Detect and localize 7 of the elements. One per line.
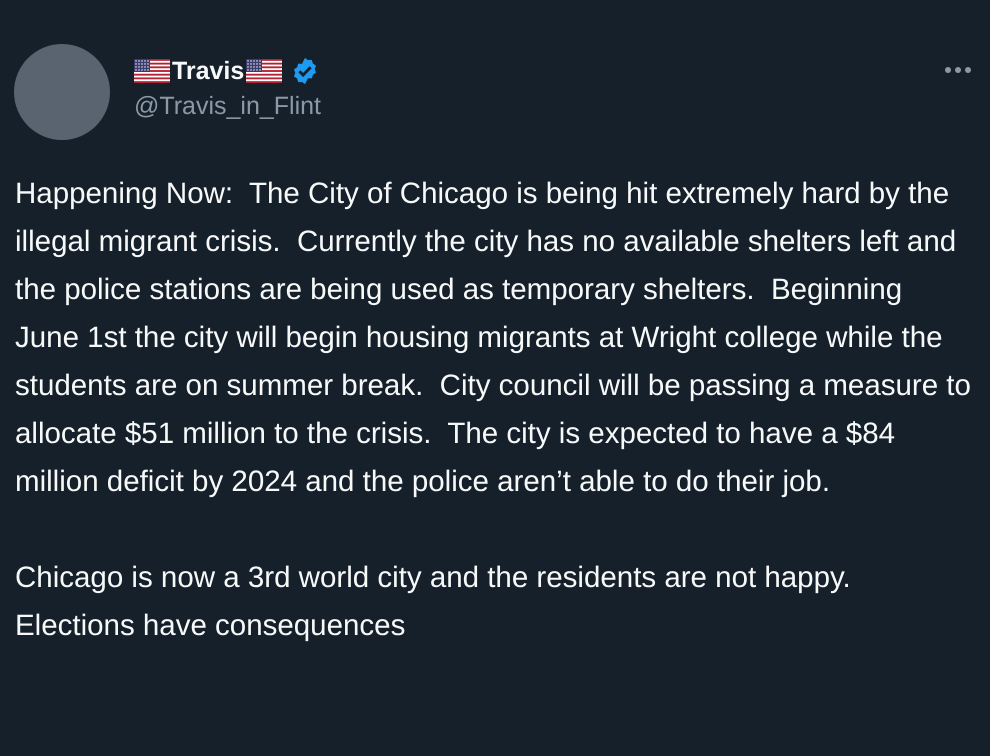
user-name[interactable]: Travis: [172, 56, 244, 86]
user-handle[interactable]: @Travis_in_Flint: [134, 92, 944, 121]
flag-icon: [134, 59, 170, 83]
flag-icon: [246, 59, 282, 83]
more-options-icon[interactable]: [944, 66, 972, 74]
tweet-text: Chicago is now a 3rd world city and the residents are not happy. Elections have consequences: [15, 560, 852, 644]
tweet-text: Happening Now: The City of Chicago is being hit extremely hard by the illegal migrant crisis. Currently the city has no available shelters left and the police stations are being used as temporary shelters. Beginning June 1st the city will begin housing migrants at Wright college while the students are on summer break. City council will be passing a measure to allocate $51 million to the crisis. The city is expected to have a $84 million deficit by 2024 and the police aren’t able to do their job.: [15, 176, 972, 500]
